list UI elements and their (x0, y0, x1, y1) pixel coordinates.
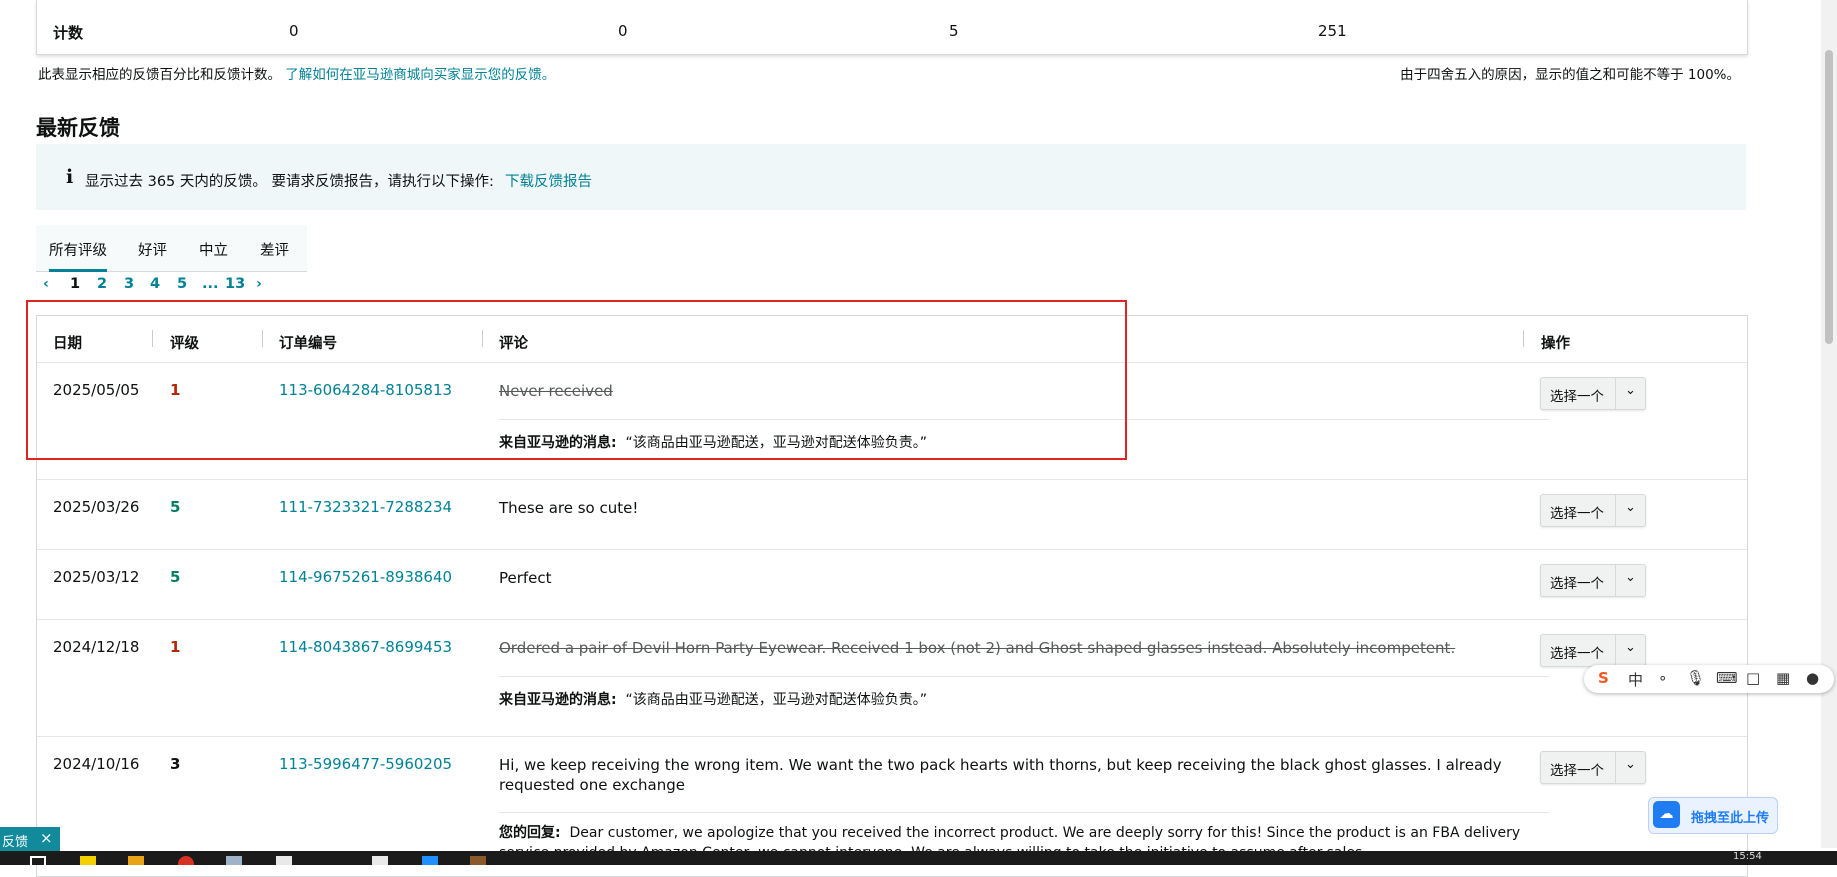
tab-all-ratings[interactable]: 所有评级 (49, 239, 107, 272)
row-rating: 5 (170, 568, 181, 586)
amazon-message: 来自亚马逊的消息: “该商品由亚马逊配送，亚马逊对配送体验负责。” (499, 689, 927, 709)
start-icon[interactable] (30, 856, 46, 865)
table-note-text: 此表显示相应的反馈百分比和反馈计数。 (38, 67, 281, 83)
app-icon[interactable] (178, 856, 194, 865)
sogou-logo-icon[interactable]: S (1598, 669, 1609, 687)
action-select[interactable]: 选择一个 ⌄ (1540, 751, 1646, 784)
tab-positive[interactable]: 好评 (138, 239, 167, 260)
download-report-link[interactable]: 下载反馈报告 (505, 170, 592, 191)
reply-label: 您的回复: (499, 825, 561, 841)
upload-label: 拖拽至此上传 (1691, 811, 1770, 826)
table-note: 此表显示相应的反馈百分比和反馈计数。 了解如何在亚马逊商城向买家显示您的反馈。 (38, 63, 555, 83)
row-comment: Perfect (499, 569, 552, 587)
amazon-message-text: “该商品由亚马逊配送，亚马逊对配送体验负责。” (625, 692, 928, 708)
chevron-down-icon[interactable]: ⌄ (1625, 500, 1636, 515)
count-value-4: 251 (1318, 22, 1347, 40)
page-link[interactable]: 13 (225, 276, 245, 292)
table-row: 2025/03/12 5 114-9675261-8938640 Perfect… (37, 550, 1747, 620)
chevron-down-icon[interactable]: ⌄ (1625, 640, 1636, 655)
order-link[interactable]: 114-8043867-8699453 (279, 638, 452, 656)
row-comment: Hi, we keep receiving the wrong item. We… (499, 756, 1502, 794)
info-text: 显示过去 365 天内的反馈。 要请求反馈报告，请执行以下操作: (85, 174, 494, 190)
toolbox-icon[interactable]: ▦ (1776, 669, 1790, 687)
row-rating: 5 (170, 498, 181, 516)
app-icon[interactable] (276, 856, 292, 865)
table-row: 2025/03/26 5 111-7323321-7288234 These a… (37, 480, 1747, 550)
app-icon[interactable] (422, 856, 438, 865)
page-ellipsis: ... (202, 276, 219, 292)
prev-page-icon[interactable]: ‹ (43, 276, 49, 292)
page-link[interactable]: 5 (177, 276, 187, 292)
action-select-label: 选择一个 (1550, 763, 1604, 779)
order-link[interactable]: 114-9675261-8938640 (279, 568, 452, 586)
order-link[interactable]: 113-5996477-5960205 (279, 755, 452, 773)
count-summary-row: 计数 0 0 5 251 (36, 0, 1748, 55)
order-link[interactable]: 111-7323321-7288234 (279, 498, 452, 516)
tab-negative[interactable]: 差评 (260, 239, 289, 260)
row-comment: Ordered a pair of Devil Horn Party Eyewe… (499, 639, 1456, 657)
next-page-icon[interactable]: › (256, 276, 262, 292)
app-icon[interactable] (372, 856, 388, 865)
action-select[interactable]: 选择一个 ⌄ (1540, 634, 1646, 667)
chevron-down-icon[interactable]: ⌄ (1625, 757, 1636, 772)
action-select-label: 选择一个 (1550, 506, 1604, 522)
row-date: 2025/03/12 (53, 568, 140, 586)
page-scrollbar[interactable] (1821, 0, 1837, 848)
taskbar: 15:54 (0, 851, 1837, 865)
page-link[interactable]: 4 (150, 276, 160, 292)
row-date: 2024/12/18 (53, 638, 140, 656)
page-link[interactable]: 1 (70, 276, 80, 292)
row-date: 2025/03/26 (53, 498, 140, 516)
header-action: 操作 (1541, 336, 1570, 352)
count-label: 计数 (53, 24, 84, 42)
rating-tabs: 所有评级 好评 中立 差评 (36, 225, 307, 272)
highlight-box (26, 300, 1127, 460)
folder-icon[interactable] (128, 856, 144, 865)
feedback-chip[interactable]: 反馈 × (0, 827, 60, 851)
microphone-icon[interactable]: 🎙 (1686, 669, 1705, 687)
feedback-chip-label: 反馈 (2, 835, 29, 850)
section-title: 最新反馈 (36, 116, 120, 140)
action-select-label: 选择一个 (1550, 389, 1604, 405)
amazon-message-label: 来自亚马逊的消息: (499, 692, 617, 708)
rounding-note: 由于四舍五入的原因，显示的值之和可能不等于 100%。 (1400, 67, 1740, 83)
action-select[interactable]: 选择一个 ⌄ (1540, 377, 1646, 410)
tab-neutral[interactable]: 中立 (199, 239, 228, 260)
row-date: 2024/10/16 (53, 755, 140, 773)
action-select[interactable]: 选择一个 ⌄ (1540, 494, 1646, 527)
info-icon: i (66, 166, 74, 188)
count-value-1: 0 (289, 22, 299, 40)
drag-upload-widget[interactable]: ☁ 拖拽至此上传 (1648, 797, 1778, 834)
action-select-label: 选择一个 (1550, 646, 1604, 662)
info-banner: i 显示过去 365 天内的反馈。 要请求反馈报告，请执行以下操作: 下载反馈报… (36, 144, 1746, 210)
scrollbar-thumb[interactable] (1825, 50, 1833, 344)
app-icon[interactable] (470, 856, 486, 865)
ime-toolbar: S 中 ∘ 🎙 ⌨ □ ▦ ● (1584, 665, 1834, 693)
row-rating: 1 (170, 638, 181, 656)
row-comment: These are so cute! (499, 499, 639, 517)
row-rating: 3 (170, 755, 181, 773)
skin-icon[interactable]: □ (1746, 669, 1760, 687)
mascot-icon[interactable]: ● (1806, 669, 1819, 687)
cloud-upload-icon: ☁ (1653, 801, 1680, 828)
learn-more-link[interactable]: 了解如何在亚马逊商城向买家显示您的反馈。 (285, 67, 555, 83)
count-value-3: 5 (949, 22, 959, 40)
action-select[interactable]: 选择一个 ⌄ (1540, 564, 1646, 597)
table-row: 2024/12/18 1 114-8043867-8699453 Ordered… (37, 620, 1747, 737)
page-link[interactable]: 3 (124, 276, 134, 292)
count-value-2: 0 (618, 22, 628, 40)
app-icon[interactable] (226, 856, 242, 865)
action-select-label: 选择一个 (1550, 576, 1604, 592)
keyboard-icon[interactable]: ⌨ (1716, 669, 1738, 687)
taskbar-clock: 15:54 (1733, 851, 1762, 862)
close-icon[interactable]: × (40, 829, 53, 847)
app-icon[interactable] (80, 856, 96, 865)
punctuation-icon[interactable]: ∘ (1658, 669, 1667, 687)
chevron-down-icon[interactable]: ⌄ (1625, 383, 1636, 398)
language-toggle[interactable]: 中 (1628, 669, 1643, 690)
page-link[interactable]: 2 (97, 276, 107, 292)
chevron-down-icon[interactable]: ⌄ (1625, 570, 1636, 585)
